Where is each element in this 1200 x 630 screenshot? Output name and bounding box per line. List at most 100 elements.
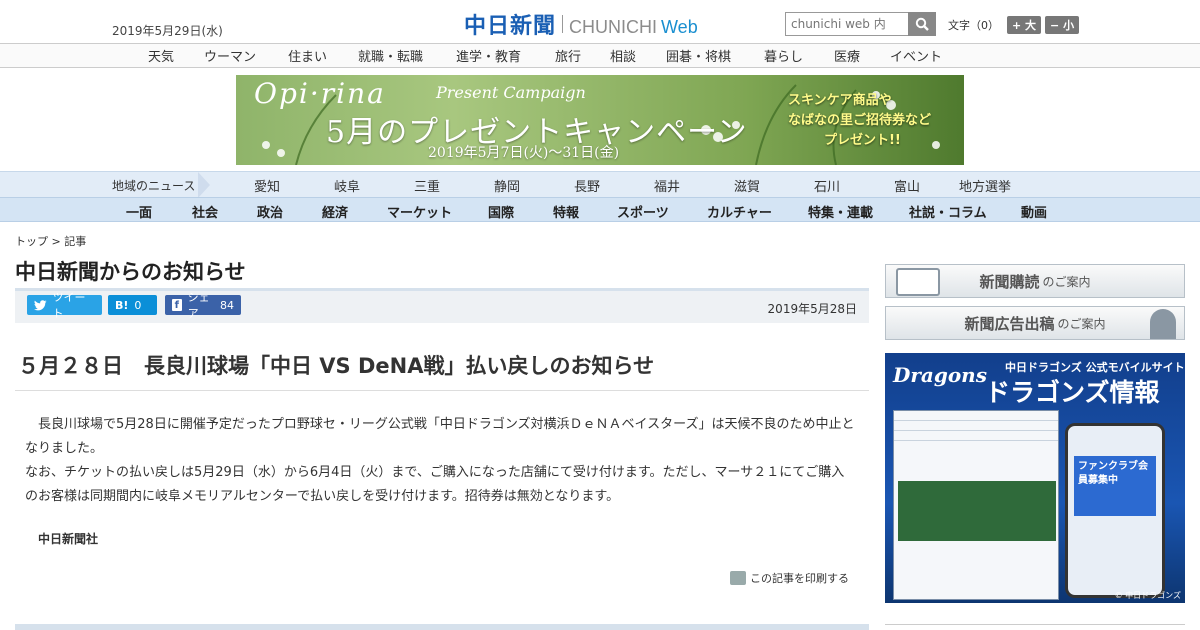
header-date: 2019年5月29日(水)	[112, 24, 223, 38]
region-item-nagano[interactable]: 長野	[574, 176, 600, 195]
banner-promo-line: なばなの里ご招待券など	[788, 113, 932, 128]
dragons-title: ドラゴンズ情報	[985, 378, 1160, 407]
category-item-features[interactable]: 特集・連載	[808, 202, 873, 221]
hatena-icon: B!	[115, 298, 129, 312]
scoreboard-row	[894, 431, 1058, 441]
banner-promo-line: プレゼント!!	[824, 133, 901, 148]
category-item-sports[interactable]: スポーツ	[617, 202, 669, 221]
region-item-ishikawa[interactable]: 石川	[814, 176, 840, 195]
region-item-fukui[interactable]: 福井	[654, 176, 680, 195]
print-article-link[interactable]: この記事を印刷する	[730, 570, 849, 586]
genre-item-education[interactable]: 進学・教育	[456, 46, 521, 65]
logo-divider	[562, 15, 564, 33]
scoreboard-screenshot	[893, 410, 1059, 600]
region-arrow-icon	[198, 172, 210, 198]
dragons-copyright: © 中日ドラゴンズ	[1114, 591, 1181, 600]
dragons-mobile-banner[interactable]: Dragons 中日ドラゴンズ 公式モバイルサイト ドラゴンズ情報 ファンクラブ…	[885, 353, 1185, 603]
banner-promo-line: スキンケア商品や	[788, 93, 892, 108]
font-smaller-button[interactable]: − 小	[1045, 16, 1080, 34]
category-item-video[interactable]: 動画	[1021, 202, 1047, 221]
category-item-economy[interactable]: 経済	[322, 202, 348, 221]
site-header: 2019年5月29日(水) 中日新聞 CHUNICHI Web 文字（0） + …	[0, 0, 1200, 43]
font-size-control: 文字（0） + 大 − 小	[948, 16, 1080, 34]
genre-item-weather[interactable]: 天気	[148, 46, 174, 65]
article-date: 2019年5月28日	[767, 302, 857, 316]
share-bar: ツイート B! 0 f シェア 84 2019年5月28日	[15, 288, 869, 323]
facebook-icon: f	[172, 299, 182, 311]
category-item-international[interactable]: 国際	[488, 202, 514, 221]
genre-item-event[interactable]: イベント	[890, 46, 942, 65]
search-input[interactable]	[785, 12, 908, 36]
font-size-label: 文字（0）	[948, 19, 999, 32]
category-item-politics[interactable]: 政治	[257, 202, 283, 221]
category-item-editorial[interactable]: 社説・コラム	[909, 202, 987, 221]
banner-date: 2019年5月7日(火)〜31日(金)	[428, 145, 620, 161]
facebook-share-label: シェア	[187, 291, 210, 320]
logo-jp: 中日新聞	[464, 13, 557, 39]
category-item-market[interactable]: マーケット	[387, 202, 452, 221]
genre-item-woman[interactable]: ウーマン	[204, 46, 256, 65]
region-item-toyama[interactable]: 富山	[894, 176, 920, 195]
region-item-election[interactable]: 地方選挙	[959, 176, 1011, 195]
person-icon	[1150, 309, 1176, 339]
hatena-count: 0	[134, 298, 142, 312]
genre-item-living[interactable]: 暮らし	[764, 46, 803, 65]
region-item-shizuoka[interactable]: 静岡	[494, 176, 520, 195]
subscribe-banner[interactable]: 新聞購読 のご案内	[885, 264, 1185, 298]
fanclub-promo: ファンクラブ会員募集中	[1074, 456, 1156, 516]
article-paragraph: 長良川球場で5月28日に開催予定だったプロ野球セ・リーグ公式戦「中日ドラゴンズ対…	[25, 417, 855, 456]
content-bottom-bar	[15, 624, 869, 630]
category-item-special-report[interactable]: 特報	[553, 202, 579, 221]
genre-item-housing[interactable]: 住まい	[288, 46, 327, 65]
scoreboard-row	[894, 421, 1058, 431]
advertise-banner[interactable]: 新聞広告出稿 のご案内	[885, 306, 1185, 340]
article-publisher: 中日新聞社	[38, 532, 99, 546]
logo-web: Web	[661, 17, 698, 37]
search-button[interactable]	[908, 12, 936, 36]
font-larger-button[interactable]: + 大	[1007, 16, 1042, 34]
article-headline: ５月２８日 長良川球場「中日 VS DeNA戦」払い戻しのお知らせ	[18, 354, 655, 378]
sidebar-divider	[885, 624, 1185, 625]
region-item-shiga[interactable]: 滋賀	[734, 176, 760, 195]
site-logo[interactable]: 中日新聞 CHUNICHI Web	[464, 8, 698, 40]
banner-subtitle: Present Campaign	[436, 83, 586, 102]
region-item-aichi[interactable]: 愛知	[254, 176, 280, 195]
ad-banner[interactable]: Opi·rina Present Campaign 5月のプレゼントキャンペーン…	[236, 75, 964, 165]
genre-item-travel[interactable]: 旅行	[555, 46, 581, 65]
logo-en: CHUNICHI	[569, 17, 658, 37]
advertise-subtitle: のご案内	[1057, 316, 1106, 331]
genre-item-jobs[interactable]: 就職・転職	[358, 46, 423, 65]
category-nav: 一面 社会 政治 経済 マーケット 国際 特報 スポーツ カルチャー 特集・連載…	[0, 197, 1200, 222]
twitter-bird-icon	[34, 299, 47, 310]
category-item-front[interactable]: 一面	[126, 202, 152, 221]
print-article-label: この記事を印刷する	[750, 572, 849, 585]
region-label: 地域のニュース	[112, 179, 196, 193]
breadcrumb-current: 記事	[64, 235, 87, 248]
search-box	[785, 12, 936, 36]
headline-divider	[15, 390, 869, 391]
page-title: 中日新聞からのお知らせ	[15, 260, 246, 284]
genre-item-medical[interactable]: 医療	[834, 46, 860, 65]
hatena-bookmark-button[interactable]: B! 0	[108, 295, 157, 315]
facebook-share-button[interactable]: f シェア 84	[165, 291, 241, 320]
banner-brand: Opi·rina	[254, 77, 386, 110]
category-item-culture[interactable]: カルチャー	[707, 202, 772, 221]
breadcrumb-top[interactable]: トップ	[15, 235, 48, 248]
phone-graphic: ファンクラブ会員募集中	[1065, 423, 1165, 598]
region-item-gifu[interactable]: 岐阜	[334, 176, 360, 195]
genre-item-consult[interactable]: 相談	[610, 46, 636, 65]
tweet-label: ツイート	[52, 291, 86, 320]
scoreboard-row	[894, 411, 1058, 421]
region-nav: 地域のニュース 愛知 岐阜 三重 静岡 長野 福井 滋賀 石川 富山 地方選挙	[0, 171, 1200, 198]
article-paragraph: なお、チケットの払い戻しは5月29日（水）から6月4日（火）まで、ご購入になった…	[25, 465, 845, 504]
genre-nav: 天気 ウーマン 住まい 就職・転職 進学・教育 旅行 相談 囲碁・将棋 暮らし …	[0, 43, 1200, 68]
category-item-society[interactable]: 社会	[192, 202, 218, 221]
region-item-mie[interactable]: 三重	[414, 176, 440, 195]
subscribe-subtitle: のご案内	[1042, 274, 1091, 289]
banner-promo-text: スキンケア商品や なばなの里ご招待券など プレゼント!!	[788, 91, 931, 151]
genre-item-igo-shogi[interactable]: 囲碁・将棋	[666, 46, 731, 65]
baseball-field-graphic	[898, 481, 1056, 541]
tweet-button[interactable]: ツイート	[27, 291, 102, 320]
facebook-share-count: 84	[220, 298, 234, 312]
search-icon	[915, 17, 929, 31]
